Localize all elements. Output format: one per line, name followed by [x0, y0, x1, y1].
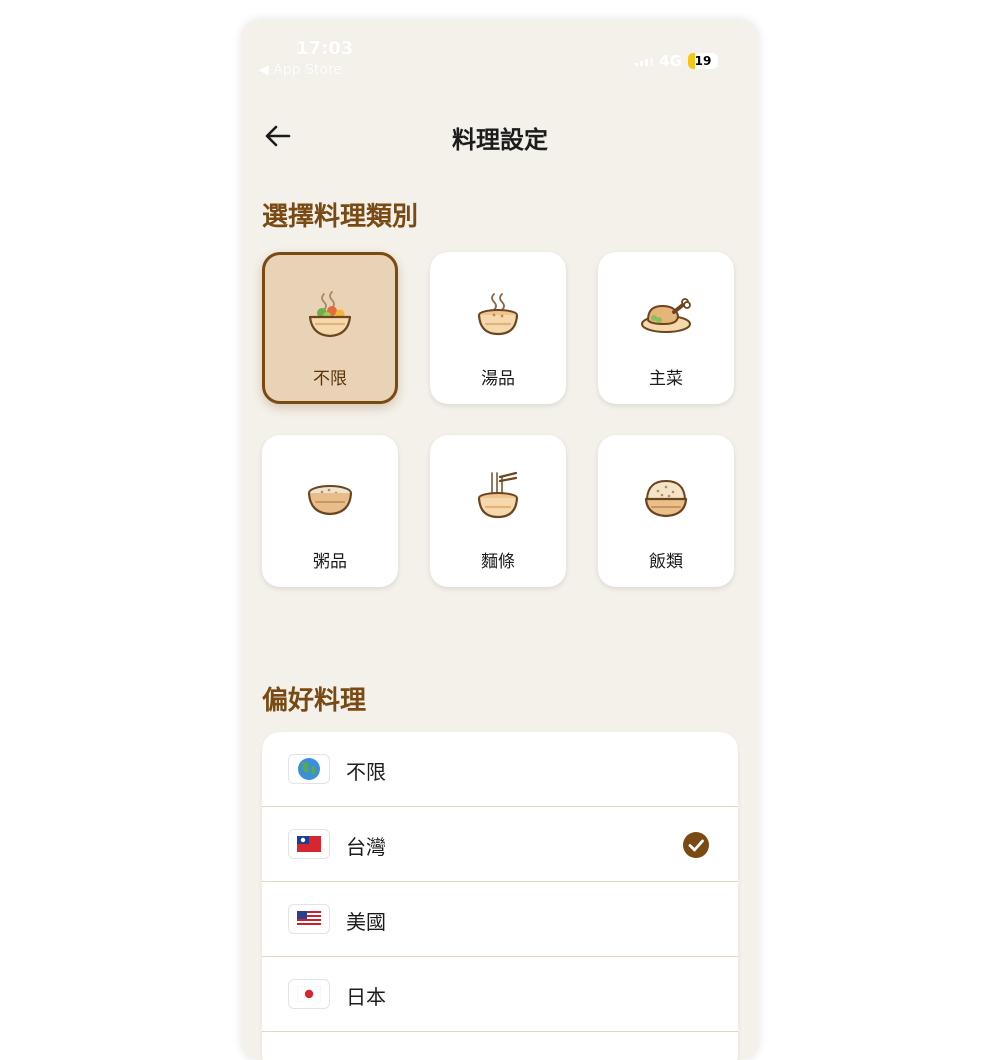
status-time: 17:03 [296, 38, 354, 59]
category-card-any[interactable]: 不限 [262, 252, 398, 404]
usa-flag-icon [297, 911, 321, 927]
category-grid: 不限 湯品 主菜 粥品 麵條 飯類 [262, 252, 738, 592]
globe-icon [298, 758, 320, 780]
category-label: 飯類 [649, 552, 683, 572]
battery-level: 19 [694, 54, 712, 68]
category-card-porridge[interactable]: 粥品 [262, 435, 398, 587]
porridge-bowl-icon [307, 485, 353, 516]
flag-box [288, 979, 330, 1009]
category-label: 主菜 [649, 369, 683, 389]
back-to-app-store-link[interactable]: ◀ App Store [258, 62, 342, 78]
soup-bowl-icon [477, 293, 519, 336]
nav-bar: 料理設定 [242, 112, 758, 160]
flag-box [288, 754, 330, 784]
taiwan-flag-icon [297, 836, 321, 852]
category-card-main-dish[interactable]: 主菜 [598, 252, 734, 404]
mixed-bowl-icon [308, 291, 352, 338]
category-label: 麵條 [481, 552, 515, 572]
status-indicators: 4G 19 [635, 52, 718, 70]
battery-icon: 19 [688, 53, 718, 69]
preference-label: 不限 [346, 760, 386, 784]
preference-option-japan[interactable]: 日本 [262, 957, 738, 1032]
rice-bowl-icon [644, 479, 688, 518]
page-title: 料理設定 [452, 126, 548, 154]
japan-flag-icon [297, 986, 321, 1002]
preference-label: 台灣 [346, 835, 386, 859]
flag-box [288, 904, 330, 934]
phone-screen: 17:03 ◀ App Store 4G 19 料理設定 選擇料理類別 不限 湯… [242, 20, 758, 1060]
check-circle-icon [683, 832, 709, 858]
category-section-title: 選擇料理類別 [262, 202, 419, 232]
category-card-noodles[interactable]: 麵條 [430, 435, 566, 587]
category-label: 湯品 [481, 369, 515, 389]
preference-option-usa[interactable]: 美國 [262, 882, 738, 957]
network-type: 4G [659, 52, 682, 70]
flag-box [288, 829, 330, 859]
category-label: 不限 [313, 369, 347, 389]
roast-chicken-icon [641, 298, 691, 333]
preference-list: 不限 台灣 美國 日本 [262, 732, 738, 1060]
noodle-bowl-icon [477, 471, 519, 519]
cellular-signal-icon [635, 56, 654, 66]
status-bar: 17:03 ◀ App Store 4G 19 [242, 20, 758, 90]
preference-option-any[interactable]: 不限 [262, 732, 738, 807]
preference-label: 日本 [346, 985, 386, 1009]
category-card-rice[interactable]: 飯類 [598, 435, 734, 587]
category-label: 粥品 [313, 552, 347, 572]
preference-label: 美國 [346, 910, 386, 934]
preference-option-taiwan[interactable]: 台灣 [262, 807, 738, 882]
category-card-soup[interactable]: 湯品 [430, 252, 566, 404]
preference-section-title: 偏好料理 [262, 686, 367, 716]
